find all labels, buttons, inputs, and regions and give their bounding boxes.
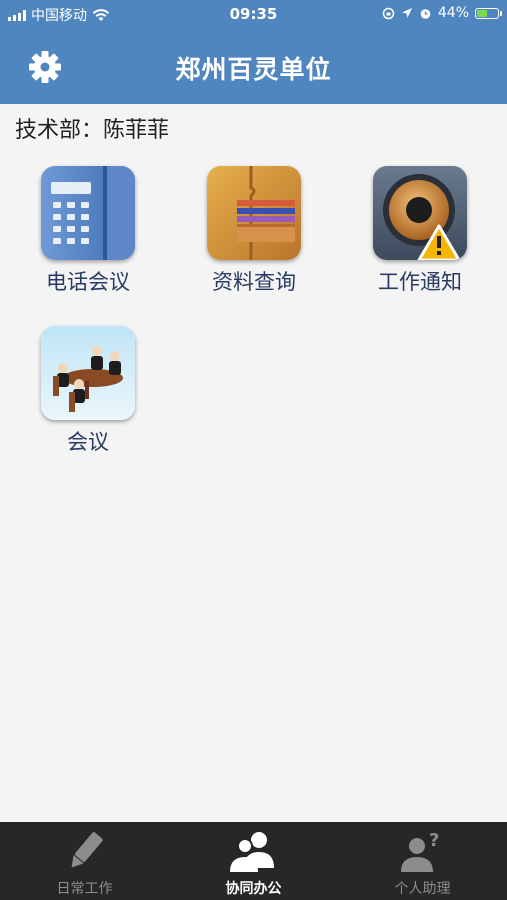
rotation-lock-icon [382, 7, 395, 19]
page-title: 郑州百灵单位 [175, 55, 332, 84]
app-header: 郑州百灵单位 [0, 28, 507, 104]
bottom-tab-bar: 日常工作 协同办公 ? 个人助理 [0, 822, 507, 900]
folder-icon [207, 166, 301, 260]
tab-personal-assistant[interactable]: ? 个人助理 [338, 822, 507, 900]
alarm-icon [420, 8, 431, 19]
battery-percent: 44% [437, 5, 469, 21]
user-department-label: 技术部：陈菲菲 [15, 118, 170, 143]
battery-icon [475, 7, 502, 19]
app-label: 电话会议 [46, 270, 130, 294]
tab-label: 个人助理 [394, 881, 451, 897]
app-label: 工作通知 [378, 270, 462, 294]
svg-text:?: ? [429, 830, 439, 851]
tab-collaborative-office[interactable]: 协同办公 [169, 822, 338, 900]
tab-daily-work[interactable]: 日常工作 [0, 822, 169, 900]
status-bar: 中国移动 09:35 44% [0, 0, 507, 28]
person-question-icon: ? [401, 830, 439, 872]
people-icon [230, 832, 274, 872]
app-label: 资料查询 [212, 270, 296, 294]
app-meeting[interactable]: 会议 [28, 326, 148, 456]
app-work-notice[interactable]: 工作通知 [360, 166, 480, 296]
meeting-icon [41, 326, 135, 420]
location-icon [401, 8, 412, 18]
status-right: 44% [382, 5, 502, 21]
app-document-lookup[interactable]: 资料查询 [194, 166, 314, 296]
app-label: 会议 [67, 430, 109, 454]
phone-icon [41, 166, 135, 260]
app-phone-conference[interactable]: 电话会议 [28, 166, 148, 296]
speaker-warning-icon [373, 166, 467, 260]
pencil-icon [71, 832, 103, 868]
tab-label: 日常工作 [56, 881, 113, 897]
tab-label: 协同办公 [225, 881, 282, 897]
